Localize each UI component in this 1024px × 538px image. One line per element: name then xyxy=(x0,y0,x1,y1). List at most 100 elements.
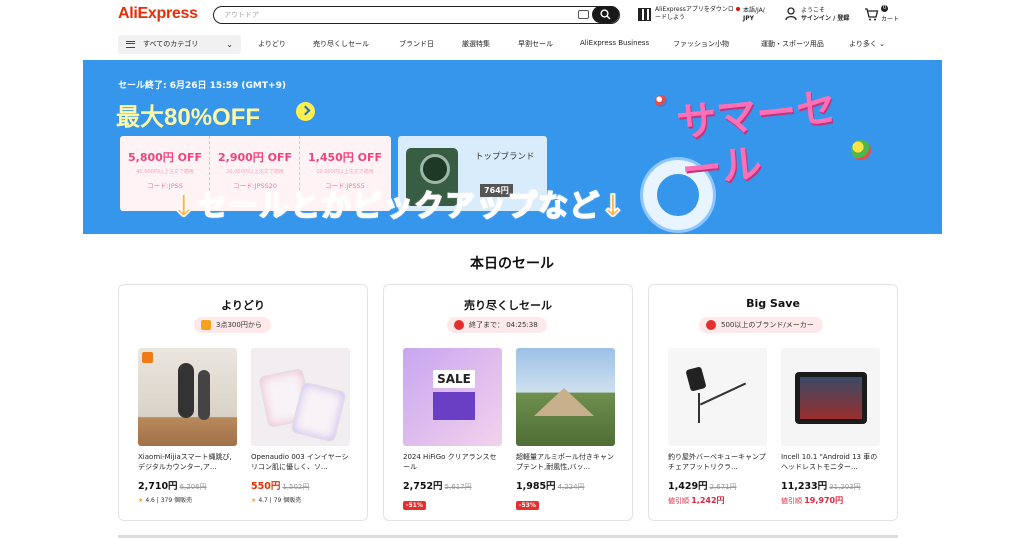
product-image-tent xyxy=(516,348,615,446)
product-name: 釣り屋外バーベキューキャンプチェアフットリクラ... xyxy=(668,453,766,471)
nav-link-yoridori[interactable]: よりどり xyxy=(258,39,286,49)
search-button[interactable] xyxy=(592,6,619,23)
banner-headline: 最大80%OFF xyxy=(116,104,261,131)
card-title: 売り尽くしセール xyxy=(464,299,552,312)
yoridori-card[interactable]: よりどり 3点300円から Xiaomi-Mijiaスマート縄跳び,デジタルカウ… xyxy=(118,284,368,521)
price-original: 31,203円 xyxy=(829,483,861,491)
price-original: 4,224円 xyxy=(557,483,585,491)
product-name: Openaudio 003 インイヤーシリコン肌に優しく、ソ... xyxy=(251,453,349,471)
product-image-headrest-monitor xyxy=(781,348,880,446)
star-icon: ★ xyxy=(251,497,257,504)
product-item[interactable]: Openaudio 003 インイヤーシリコン肌に優しく、ソ... 550円 1,… xyxy=(251,348,350,504)
nav-link-sports[interactable]: 運動・スポーツ用品 xyxy=(761,39,824,49)
sale-end-time: セール終了: 6月26日 15:59 (GMT+9) xyxy=(118,81,286,91)
nav-link-featured[interactable]: 厳選特集 xyxy=(462,39,490,49)
price-current: 550円 xyxy=(251,481,281,492)
coupon-amount: 1,450円 OFF xyxy=(307,151,382,164)
locale-currency: JPY xyxy=(743,15,754,22)
brands-pill: 500以上のブランド/メーカー xyxy=(699,317,823,333)
search-input[interactable] xyxy=(224,8,564,21)
app-download-link[interactable]: AliExpressアプリをダウンロードしよう xyxy=(638,6,734,26)
discount-label: 値引順 xyxy=(781,497,802,505)
coupon-condition: 10,000円以上注文で適用 xyxy=(316,169,374,175)
camera-search-icon[interactable] xyxy=(578,10,589,19)
product-price: 550円 1,502円 xyxy=(251,478,350,492)
product-item[interactable]: SALE 2024 HiFiGo クリアランスセール 2,752円 5,617円 … xyxy=(403,348,502,511)
discount-price: 1,242円 xyxy=(691,496,725,505)
badge-icon xyxy=(706,320,716,330)
price-current: 11,233円 xyxy=(781,481,828,492)
nav-link-more[interactable]: より多く ⌄ xyxy=(849,39,885,49)
category-nav: すべてのカテゴリ ⌄ よりどり 売り尽くしセール ブランド日 厳選特集 早割セー… xyxy=(0,34,1024,56)
nav-link-business[interactable]: AliExpress Business xyxy=(580,39,649,47)
countdown-text: 終了まで： 04:25:38 xyxy=(469,321,538,329)
nav-more-label: より多く xyxy=(849,40,877,48)
aliexpress-page: AliExpress AliExpressアプリをダウンロードしよう 本語/JA… xyxy=(0,0,1024,538)
qr-code-icon xyxy=(638,8,651,21)
product-price: 11,233円 31,203円 xyxy=(781,478,880,492)
product-name: 超軽量アルミポール付きキャンプテント,耐風性,バッ... xyxy=(516,453,614,471)
clock-icon xyxy=(454,320,464,330)
signin-label: サインイン / 登録 xyxy=(801,15,850,22)
price-original: 6,206円 xyxy=(179,483,207,491)
price-original: 1,502円 xyxy=(282,483,310,491)
price-current: 2,710円 xyxy=(138,481,178,492)
nav-link-early-sale[interactable]: 早割セール xyxy=(518,39,553,49)
product-sold-count: 379 個販売 xyxy=(160,497,193,504)
caption-overlay: ↓セールとかピックアップなど↓ xyxy=(170,188,627,225)
product-rating: 4.6 xyxy=(145,497,155,504)
countdown-pill: 終了まで： 04:25:38 xyxy=(447,317,547,333)
gift-icon xyxy=(201,320,211,330)
product-item[interactable]: 超軽量アルミポール付きキャンプテント,耐風性,バッ... 1,985円 4,224… xyxy=(516,348,615,511)
flag-icon xyxy=(736,7,740,11)
cart-icon xyxy=(865,8,879,21)
deal-pill: 3点300円から xyxy=(194,317,271,333)
product-image-hifigo-sale: SALE xyxy=(403,348,502,446)
summer-sale-graphic-text: サマーセール xyxy=(674,85,839,194)
coupon-amount: 2,900円 OFF xyxy=(217,151,292,164)
coupon-condition: 40,000円以上注文で適用 xyxy=(136,169,194,175)
menu-icon xyxy=(126,41,135,48)
product-image-camp-chair xyxy=(668,348,767,446)
app-download-text: AliExpressアプリをダウンロードしよう xyxy=(655,6,734,21)
product-item[interactable]: Incell 10.1 "Android 13 車のヘッドレストモニター... … xyxy=(781,348,880,506)
product-price: 2,710円 6,206円 xyxy=(138,478,237,492)
all-categories-label: すべてのカテゴリ xyxy=(143,40,199,48)
aliexpress-logo[interactable]: AliExpress xyxy=(118,5,198,23)
cart-link[interactable]: 0 カート xyxy=(864,5,904,26)
product-image-jump-rope xyxy=(138,348,237,446)
product-item[interactable]: Xiaomi-Mijiaスマート縄跳び,デジタルカウンター,ア... 2,710… xyxy=(138,348,237,504)
todays-sale-title: 本日のセール xyxy=(470,256,554,272)
nav-link-clearance[interactable]: 売り尽くしセール xyxy=(313,39,369,49)
discount-price-row: 値引順 1,242円 xyxy=(668,495,767,506)
arrow-right-icon[interactable] xyxy=(296,102,315,121)
locale-selector[interactable]: 本語/JA/ JPY xyxy=(736,7,765,23)
nav-link-fashion[interactable]: ファッション小物 xyxy=(673,39,729,49)
account-link[interactable]: ようこそ サインイン / 登録 xyxy=(785,6,855,26)
discount-price: 19,970円 xyxy=(804,496,844,505)
brands-pill-text: 500以上のブランド/メーカー xyxy=(721,321,814,329)
big-save-card[interactable]: Big Save 500以上のブランド/メーカー 釣り屋外バーベキューキャンプチ… xyxy=(648,284,898,521)
chevron-down-icon: ⌄ xyxy=(879,40,885,48)
discount-badge: -51% xyxy=(403,501,426,510)
card-title: よりどり xyxy=(221,299,265,312)
user-icon xyxy=(785,7,797,21)
top-brand-label: トップブランド xyxy=(475,152,535,162)
product-name: 2024 HiFiGo クリアランスセール xyxy=(403,453,497,471)
price-current: 1,429円 xyxy=(668,481,708,492)
coupon-condition: 20,000円以上注文で適用 xyxy=(226,169,284,175)
all-categories-button[interactable]: すべてのカテゴリ ⌄ xyxy=(118,35,241,54)
clearance-card[interactable]: 売り尽くしセール 終了まで： 04:25:38 SALE 2024 HiFiGo… xyxy=(383,284,633,521)
discount-label: 値引順 xyxy=(668,497,689,505)
chevron-down-icon: ⌄ xyxy=(226,40,233,49)
discount-badge: -53% xyxy=(516,501,539,510)
nav-link-brand-day[interactable]: ブランド日 xyxy=(399,39,434,49)
beach-ball-icon xyxy=(655,95,667,107)
search-bar[interactable] xyxy=(213,6,620,24)
summer-sale-banner[interactable]: セール終了: 6月26日 15:59 (GMT+9) 最大80%OFF 5,80… xyxy=(83,60,942,234)
price-current: 1,985円 xyxy=(516,481,556,492)
account-greeting: ようこそ xyxy=(801,7,826,14)
product-rating: 4.7 xyxy=(258,497,268,504)
price-original: 2,671円 xyxy=(709,483,737,491)
product-item[interactable]: 釣り屋外バーベキューキャンプチェアフットリクラ... 1,429円 2,671円 … xyxy=(668,348,767,506)
